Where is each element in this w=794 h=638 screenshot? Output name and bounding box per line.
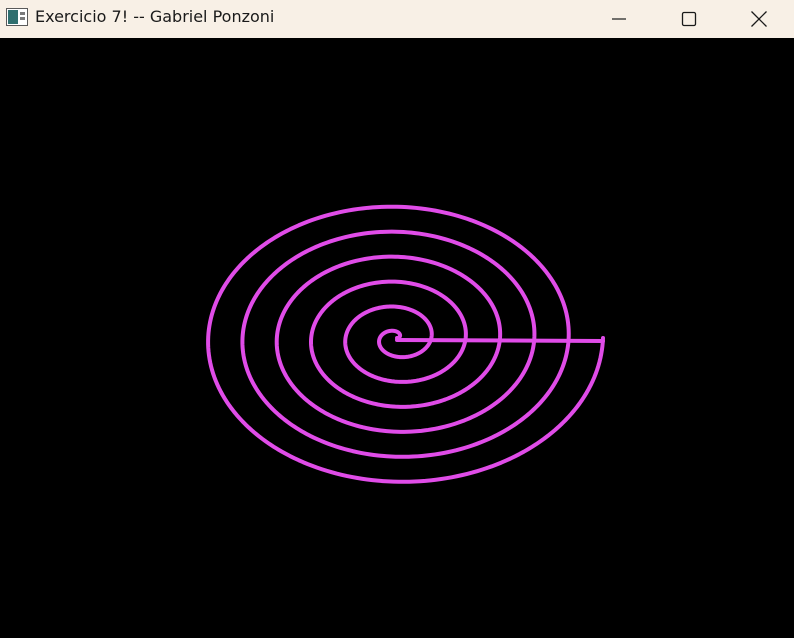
spiral-curve	[206, 204, 605, 484]
drawing-canvas	[0, 38, 794, 638]
maximize-icon	[681, 11, 697, 27]
minimize-button[interactable]	[584, 0, 654, 38]
app-window-icon	[6, 8, 28, 26]
spiral-radius-line	[395, 338, 605, 343]
close-icon	[750, 10, 768, 28]
app-window: Exercicio 7! -- Gabriel Ponzoni	[0, 0, 794, 638]
minimize-icon	[611, 11, 627, 27]
maximize-button[interactable]	[654, 0, 724, 38]
title-bar[interactable]: Exercicio 7! -- Gabriel Ponzoni	[0, 0, 794, 38]
close-button[interactable]	[724, 0, 794, 38]
spiral-drawing	[206, 204, 605, 484]
window-title: Exercicio 7! -- Gabriel Ponzoni	[35, 7, 275, 26]
